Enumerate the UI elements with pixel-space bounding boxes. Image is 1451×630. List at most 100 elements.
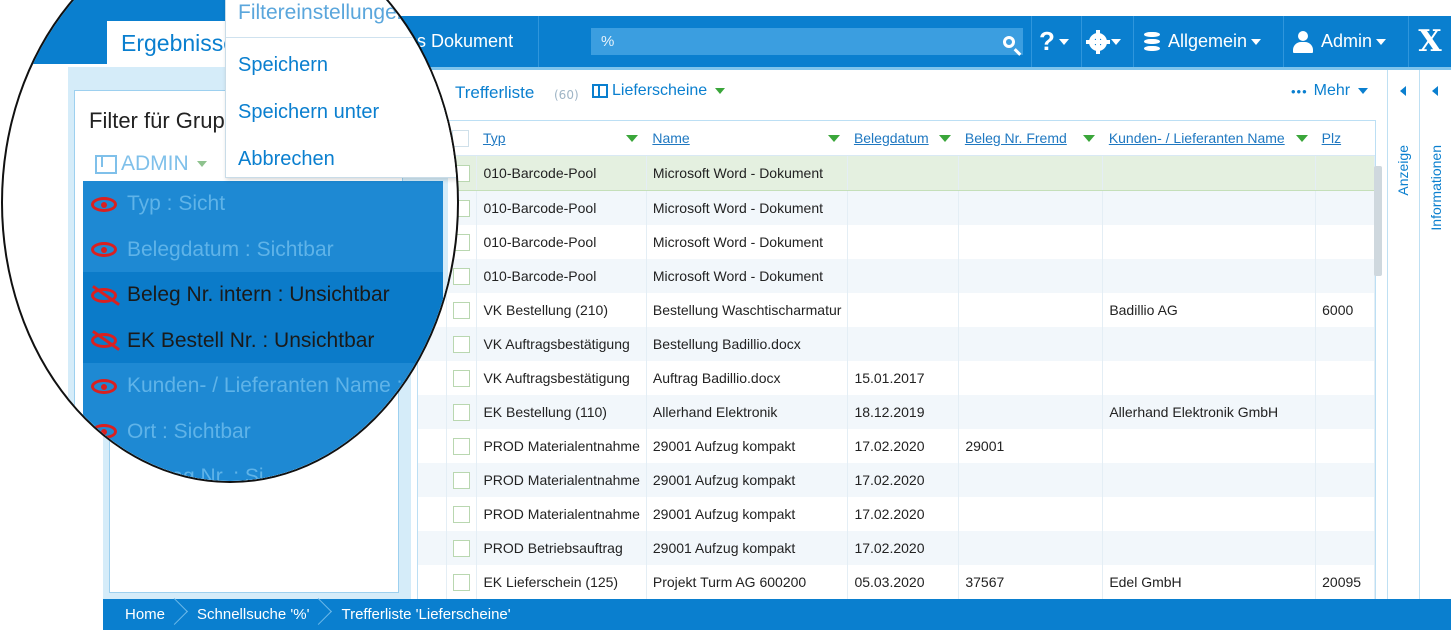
table-cell <box>1102 429 1317 463</box>
table-cell: 29001 Aufzug kompakt <box>646 531 849 565</box>
table-row[interactable]: 010-Barcode-Pool Microsoft Word - Dokumen… <box>418 155 1375 191</box>
table-cell: 17.02.2020 <box>847 531 960 565</box>
row-checkbox[interactable] <box>453 471 471 489</box>
column-header-typ[interactable]: Typ <box>476 121 647 156</box>
column-header-belegdatum[interactable]: Belegdatum <box>847 121 959 156</box>
filter-field-row[interactable]: Belegdatum : Sichtbar <box>83 226 443 273</box>
popup-save[interactable]: Speichern <box>238 54 328 77</box>
eye-icon[interactable] <box>91 242 117 257</box>
eye-icon[interactable] <box>91 378 117 394</box>
row-checkbox-cell[interactable] <box>446 429 478 463</box>
table-cell <box>1315 327 1375 361</box>
breadcrumb-resultlist[interactable]: Trefferliste 'Lieferscheine' <box>319 599 520 630</box>
table-cell: 15.01.2017 <box>847 361 960 395</box>
table-row[interactable]: PROD Materialentnahme 29001 Aufzug kompak… <box>418 497 1375 531</box>
filter-group-selector[interactable]: ADMIN <box>95 152 207 176</box>
eye-icon[interactable] <box>91 196 117 212</box>
row-checkbox-cell[interactable] <box>446 327 478 361</box>
row-checkbox[interactable] <box>453 403 471 421</box>
database-icon <box>1144 31 1160 52</box>
popup-save-as[interactable]: Speichern unter <box>238 101 379 124</box>
vertical-scrollbar[interactable] <box>1374 166 1382 276</box>
table-row[interactable]: PROD Materialentnahme 29001 Aufzug kompak… <box>418 429 1375 463</box>
search-icon <box>1003 35 1015 48</box>
table-cell: Badillio AG <box>1102 293 1317 327</box>
settings-menu[interactable] <box>1089 16 1121 67</box>
filter-field-label: Typ : Sicht <box>127 192 226 215</box>
table-cell: Microsoft Word - Dokument <box>646 225 849 259</box>
more-dots-icon: ••• <box>1291 83 1308 99</box>
breadcrumb-quicksearch[interactable]: Schnellsuche '%' <box>175 599 319 630</box>
view-selector[interactable]: Lieferscheine <box>592 82 726 100</box>
row-checkbox-cell[interactable] <box>446 395 478 429</box>
row-checkbox[interactable] <box>453 369 471 387</box>
search-input[interactable] <box>591 28 981 55</box>
more-menu[interactable]: ••• Mehr <box>1291 82 1369 100</box>
table-cell: PROD Materialentnahme <box>476 463 647 497</box>
column-header-name[interactable]: Name <box>646 121 848 156</box>
filter-field-row[interactable]: Beleg Nr. intern : Unsichtbar <box>83 272 443 318</box>
eye-off-icon[interactable] <box>91 333 117 348</box>
eye-icon[interactable] <box>91 424 117 439</box>
results-grid: Typ Name Belegdatum Beleg Nr. Fremd Kund… <box>418 121 1375 599</box>
collapse-left-icon[interactable] <box>1432 86 1438 96</box>
filter-field-row[interactable]: Typ : Sicht <box>83 181 443 227</box>
row-checkbox-cell[interactable] <box>446 565 478 599</box>
popup-cancel[interactable]: Abbrechen <box>238 148 335 171</box>
row-checkbox[interactable] <box>453 505 471 523</box>
row-checkbox[interactable] <box>453 539 471 557</box>
row-checkbox[interactable] <box>453 335 471 353</box>
sidebar-informationen[interactable]: Informationen <box>1419 70 1451 600</box>
filter-field-row[interactable]: EK Bestell Nr. : Unsichtbar <box>83 317 443 364</box>
search-button[interactable] <box>995 28 1023 55</box>
table-row[interactable]: VK Auftragsbestätigung Bestellung Badilli… <box>418 327 1375 361</box>
table-row[interactable]: VK Auftragsbestätigung Auftrag Badillio.d… <box>418 361 1375 395</box>
row-checkbox[interactable] <box>453 301 471 319</box>
help-menu[interactable]: ? <box>1039 16 1069 67</box>
table-cell <box>958 155 1104 191</box>
row-spacer <box>418 565 447 599</box>
popup-title: Filtereinstellungen <box>238 1 409 24</box>
table-cell <box>847 293 960 327</box>
filter-field-row[interactable]: Auftrag Nr. : Si <box>83 454 443 481</box>
table-cell <box>1102 225 1317 259</box>
row-checkbox-cell[interactable] <box>446 531 478 565</box>
row-checkbox-cell[interactable] <box>446 361 478 395</box>
column-header-kunden-name[interactable]: Kunden- / Lieferanten Name <box>1102 121 1316 156</box>
row-checkbox[interactable] <box>453 267 471 285</box>
table-row[interactable]: 010-Barcode-Pool Microsoft Word - Dokumen… <box>418 190 1375 225</box>
sidebar-anzeige[interactable]: Anzeige <box>1388 70 1418 600</box>
table-cell <box>1315 190 1375 225</box>
help-icon: ? <box>1039 26 1055 56</box>
table-cell <box>1315 395 1375 429</box>
sort-caret-icon <box>1295 135 1308 142</box>
filter-field-row[interactable]: Ort : Sichtbar <box>83 408 443 455</box>
table-cell <box>1102 361 1317 395</box>
group-menu[interactable]: Allgemein <box>1144 16 1262 67</box>
table-row[interactable]: VK Bestellung (210) Bestellung Waschtisch… <box>418 293 1375 327</box>
row-checkbox[interactable] <box>453 573 471 591</box>
table-row[interactable]: PROD Materialentnahme 29001 Aufzug kompak… <box>418 463 1375 497</box>
user-menu[interactable]: Admin <box>1293 16 1387 67</box>
table-row[interactable]: 010-Barcode-Pool Microsoft Word - Dokumen… <box>418 259 1375 293</box>
table-row[interactable]: EK Lieferschein (125) Projekt Turm AG 600… <box>418 565 1375 599</box>
column-header-plz[interactable]: Plz <box>1315 121 1375 156</box>
table-row[interactable]: PROD Betriebsauftrag 29001 Aufzug kompakt… <box>418 531 1375 565</box>
row-checkbox-cell[interactable] <box>446 497 478 531</box>
row-checkbox-cell[interactable] <box>446 293 478 327</box>
table-row[interactable]: EK Bestellung (110) Allerhand Elektronik 1… <box>418 395 1375 429</box>
table-cell: 6000 <box>1315 293 1375 327</box>
row-checkbox-cell[interactable] <box>446 463 478 497</box>
row-checkbox[interactable] <box>453 437 471 455</box>
breadcrumb-home[interactable]: Home <box>103 599 175 630</box>
filter-field-row[interactable]: Kunden- / Lieferanten Name : S <box>83 363 443 409</box>
collapse-left-icon[interactable] <box>1400 86 1406 96</box>
table-cell: 18.12.2019 <box>847 395 960 429</box>
column-header-beleg-nr-fremd[interactable]: Beleg Nr. Fremd <box>958 121 1103 156</box>
eye-icon[interactable] <box>91 469 117 481</box>
table-row[interactable]: 010-Barcode-Pool Microsoft Word - Dokumen… <box>418 225 1375 259</box>
table-cell: 010-Barcode-Pool <box>476 259 647 293</box>
filter-field-label: Belegdatum : Sichtbar <box>127 237 334 261</box>
table-cell <box>847 327 960 361</box>
eye-off-icon[interactable] <box>91 287 117 303</box>
